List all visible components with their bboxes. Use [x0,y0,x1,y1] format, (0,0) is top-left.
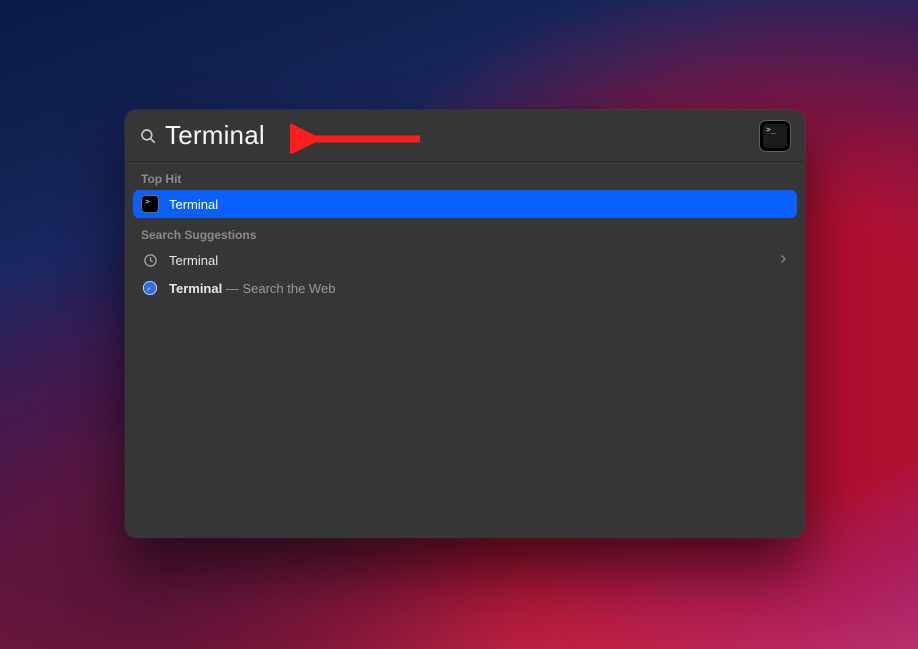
search-icon [139,127,157,145]
chevron-right-icon [777,253,789,268]
search-input[interactable] [165,120,759,151]
recent-icon [141,251,159,269]
search-bar [125,110,805,162]
result-label: Terminal [169,197,218,212]
result-top-hit-terminal[interactable]: Terminal [133,190,797,218]
section-header-suggestions: Search Suggestions [133,224,797,246]
safari-icon [141,279,159,297]
result-suggestion-terminal[interactable]: Terminal [133,246,797,274]
terminal-app-icon [141,195,159,213]
desktop-background: Top Hit Terminal Search Suggestions Term… [0,0,918,649]
result-label-bold: Terminal [169,281,222,296]
section-header-top-hit: Top Hit [133,168,797,190]
result-suggestion-search-web[interactable]: Terminal — Search the Web [133,274,797,302]
result-label-suffix: — Search the Web [222,281,335,296]
result-label: Terminal — Search the Web [169,281,335,296]
results-panel: Top Hit Terminal Search Suggestions Term… [125,162,805,538]
result-label: Terminal [169,253,218,268]
spotlight-window: Top Hit Terminal Search Suggestions Term… [125,110,805,538]
result-preview-icon [759,120,791,152]
